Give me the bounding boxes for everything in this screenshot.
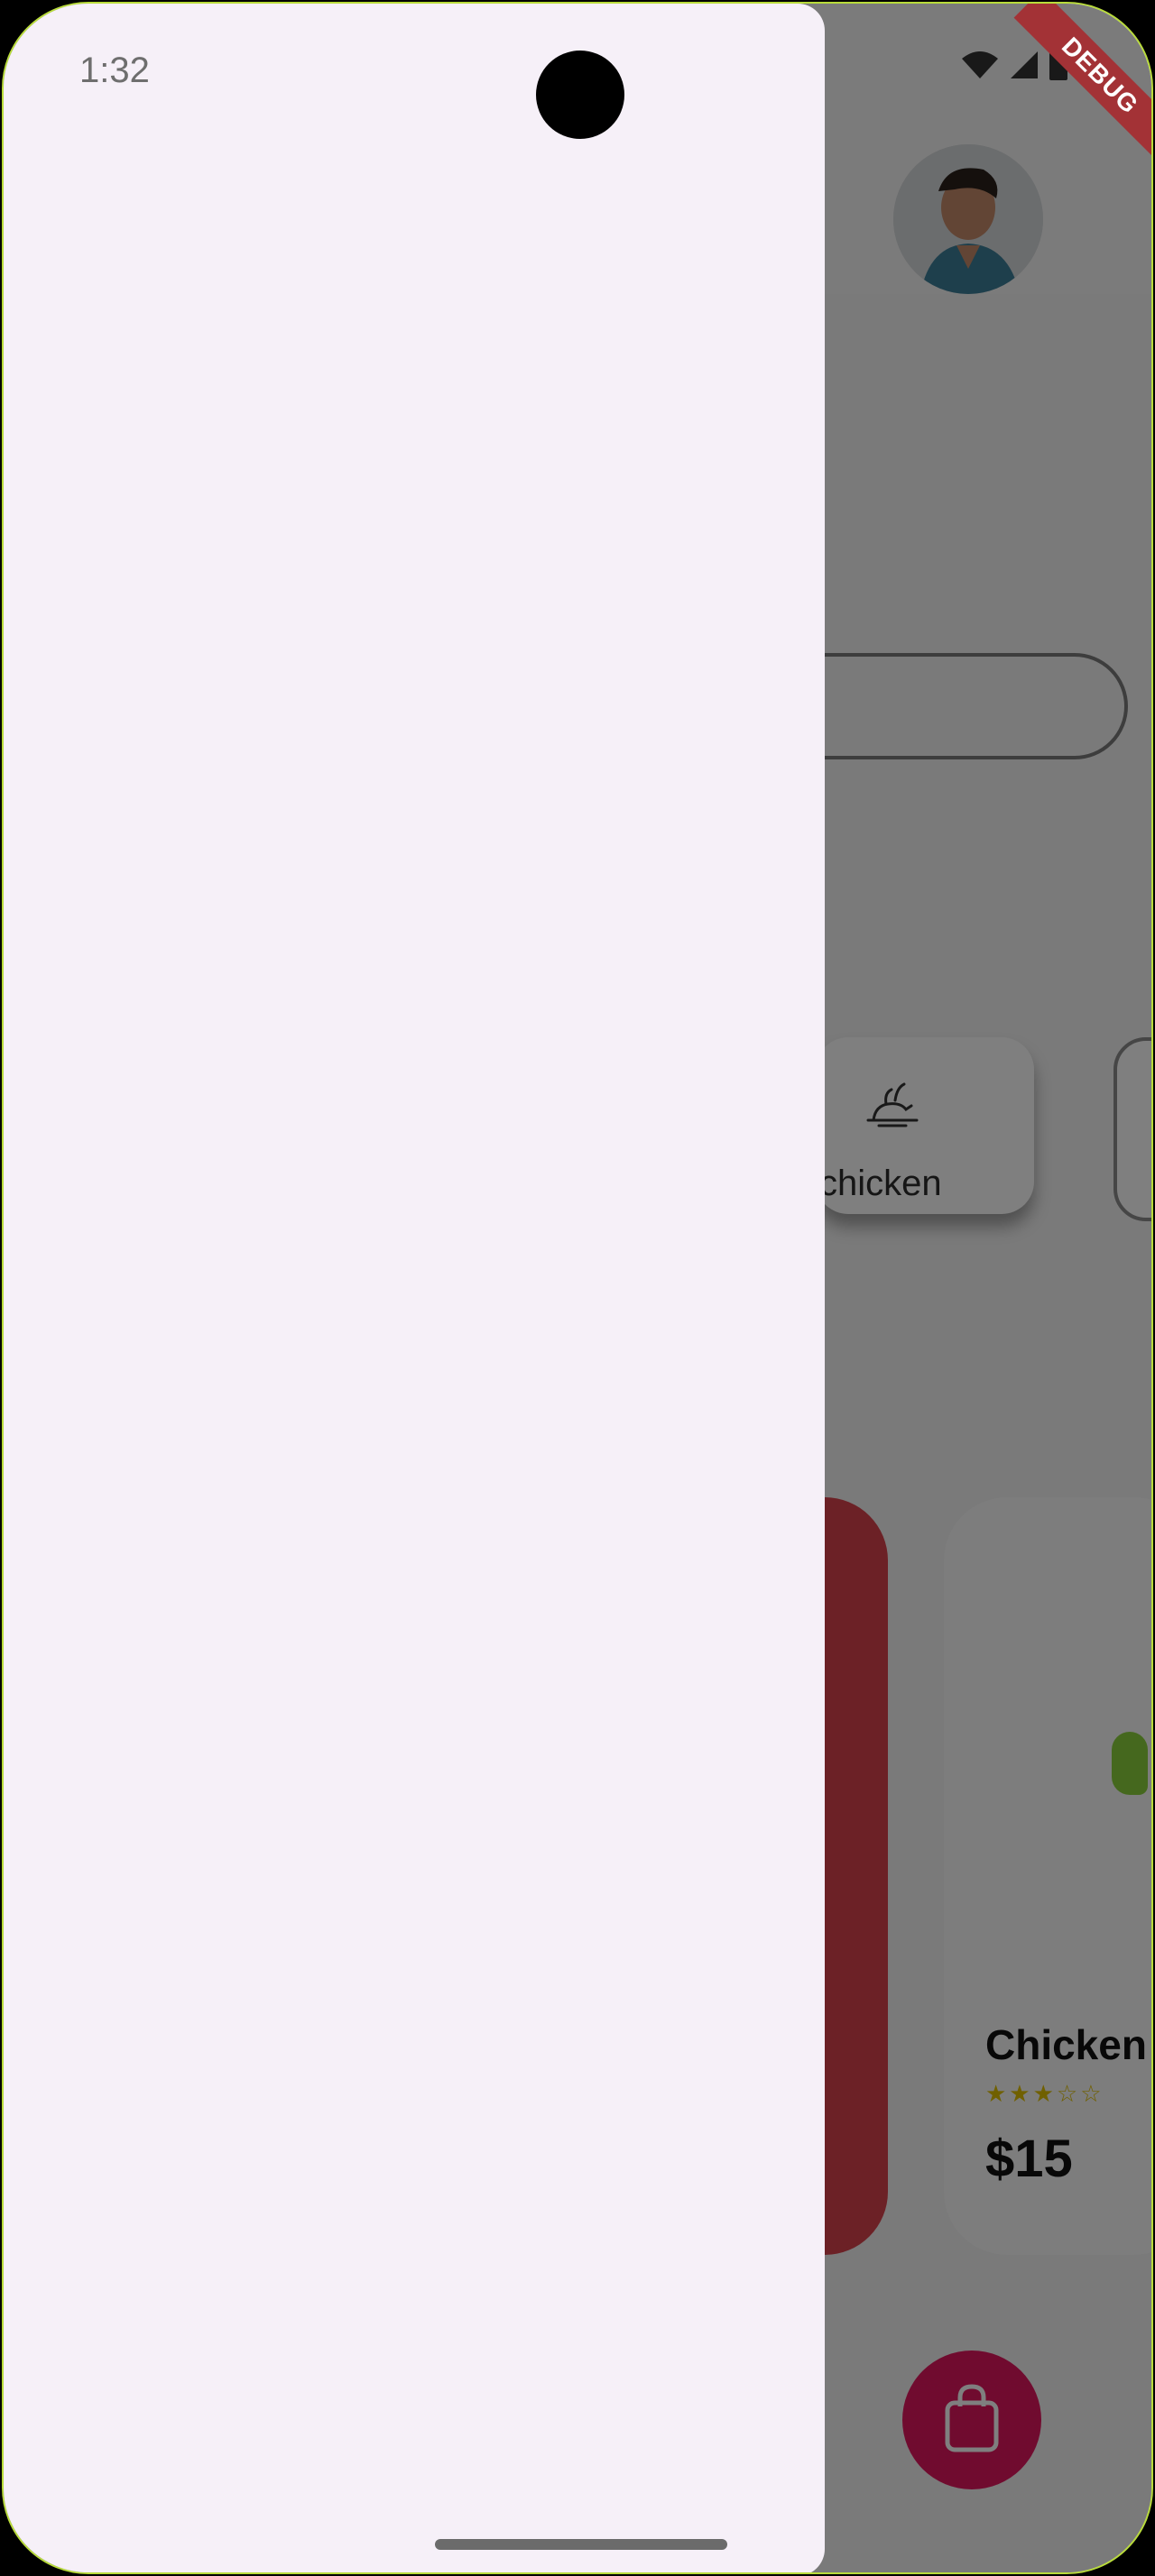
status-time: 1:32 — [79, 51, 150, 90]
home-indicator[interactable] — [435, 2539, 727, 2550]
navigation-drawer — [4, 4, 825, 2572]
camera-cutout — [536, 51, 624, 139]
phone-screen: chicken Chicken ★★★☆☆ $15 — [2, 2, 1153, 2574]
